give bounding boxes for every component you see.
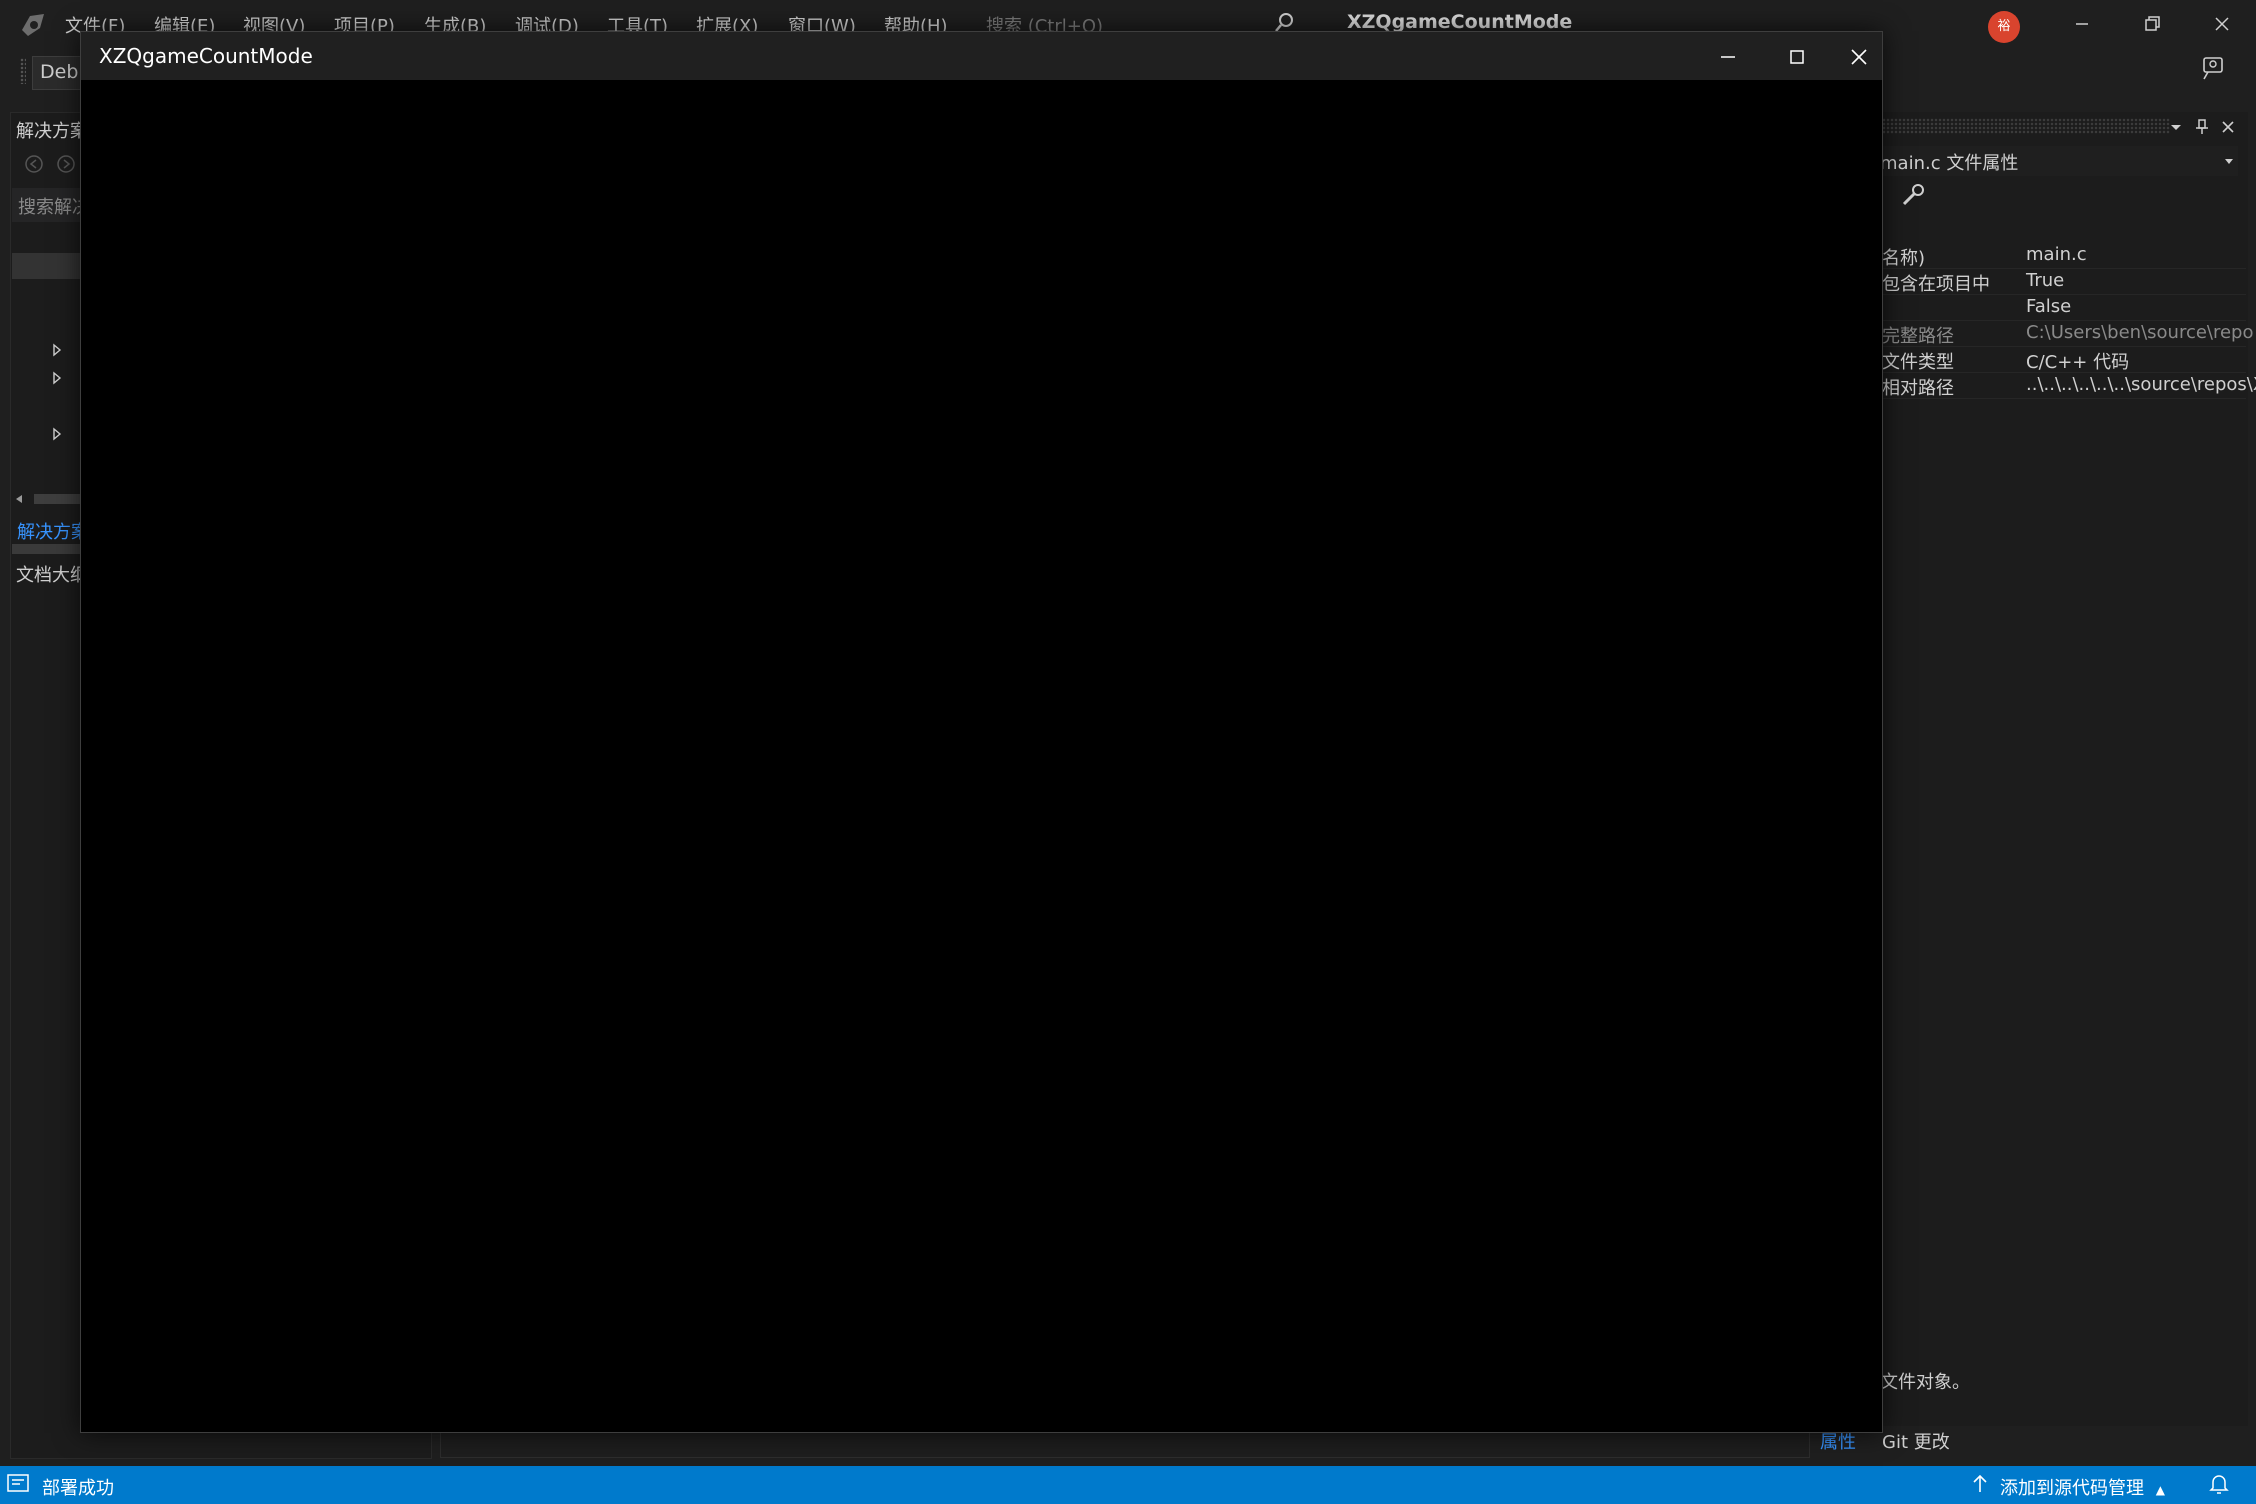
property-row[interactable]: 相对路径 ..\..\..\..\..\..\source\repos\X	[1876, 372, 2256, 399]
property-value[interactable]: main.c	[2026, 244, 2087, 265]
chevron-up-icon: ▲	[2155, 1483, 2165, 1497]
editor-bottom-strip	[440, 1430, 1810, 1458]
property-value[interactable]: True	[2026, 270, 2064, 291]
back-icon[interactable]	[24, 154, 44, 174]
console-close-button[interactable]	[1836, 40, 1882, 74]
expand-arrow-icon[interactable]	[50, 370, 64, 386]
visual-studio-logo-icon	[22, 14, 44, 36]
tab-git-changes[interactable]: Git 更改	[1882, 1428, 1950, 1454]
document-outline-header[interactable]: 文档大纲	[16, 561, 88, 587]
property-name: 完整路径	[1882, 326, 1954, 347]
minimize-button[interactable]	[2060, 8, 2104, 40]
property-row[interactable]: 完整路径 C:\Users\ben\source\repo	[1876, 320, 2254, 347]
properties-object-label: main.c 文件属性	[1880, 153, 2019, 174]
console-title: XZQgameCountMode	[99, 44, 313, 68]
properties-panel-grip[interactable]	[1870, 118, 2170, 134]
property-row[interactable]: False	[1876, 294, 2246, 321]
property-name: 文件类型	[1882, 352, 1954, 373]
property-name: 名称)	[1882, 248, 1926, 269]
console-minimize-button[interactable]	[1705, 40, 1751, 74]
close-button[interactable]	[2200, 8, 2244, 40]
source-control-label: 添加到源代码管理	[2000, 1478, 2144, 1499]
feedback-icon[interactable]	[2198, 54, 2230, 84]
console-title-bar[interactable]: XZQgameCountMode	[81, 32, 1882, 80]
tab-solution-explorer[interactable]: 解决方案	[17, 518, 89, 544]
user-avatar[interactable]: 裕	[1988, 11, 2020, 43]
expand-arrow-icon[interactable]	[50, 342, 64, 358]
add-to-source-control-button[interactable]: 添加到源代码管理 ▲	[1968, 1474, 2165, 1500]
properties-description: 文件对象。	[1880, 1372, 1970, 1393]
console-maximize-button[interactable]	[1774, 40, 1820, 74]
console-output-area[interactable]	[81, 80, 1882, 1432]
solution-explorer-title: 解决方案	[16, 121, 88, 142]
property-value[interactable]: False	[2026, 296, 2071, 317]
restore-button[interactable]	[2130, 8, 2174, 40]
property-value[interactable]: C/C++ 代码	[2026, 348, 2129, 374]
dropdown-arrow-icon[interactable]	[2166, 117, 2186, 137]
status-bar	[0, 1466, 2256, 1504]
pin-icon[interactable]	[2192, 117, 2212, 137]
wrench-icon[interactable]	[1900, 182, 1926, 208]
toolbar-grip[interactable]	[20, 58, 26, 84]
status-message: 部署成功	[42, 1478, 114, 1499]
property-row[interactable]: 文件类型 C/C++ 代码	[1876, 346, 2246, 373]
notification-bell-icon[interactable]	[2208, 1472, 2230, 1496]
property-row[interactable]: 名称) main.c	[1876, 242, 2246, 269]
property-name: 包含在项目中	[1882, 274, 1990, 295]
solution-name: XZQgameCountMode	[1347, 11, 1573, 33]
properties-object-selector[interactable]: main.c 文件属性	[1874, 146, 2238, 176]
property-value[interactable]: C:\Users\ben\source\repo	[2026, 322, 2254, 343]
chevron-down-icon	[2225, 159, 2233, 164]
expand-arrow-icon[interactable]	[50, 426, 64, 442]
console-window[interactable]: XZQgameCountMode	[80, 31, 1883, 1433]
close-icon[interactable]	[2218, 117, 2238, 137]
property-value[interactable]: ..\..\..\..\..\..\source\repos\X	[2026, 374, 2256, 395]
property-row[interactable]: 包含在项目中 True	[1876, 268, 2246, 295]
forward-icon[interactable]	[56, 154, 76, 174]
property-name: 相对路径	[1882, 378, 1954, 399]
output-icon[interactable]	[6, 1472, 32, 1496]
